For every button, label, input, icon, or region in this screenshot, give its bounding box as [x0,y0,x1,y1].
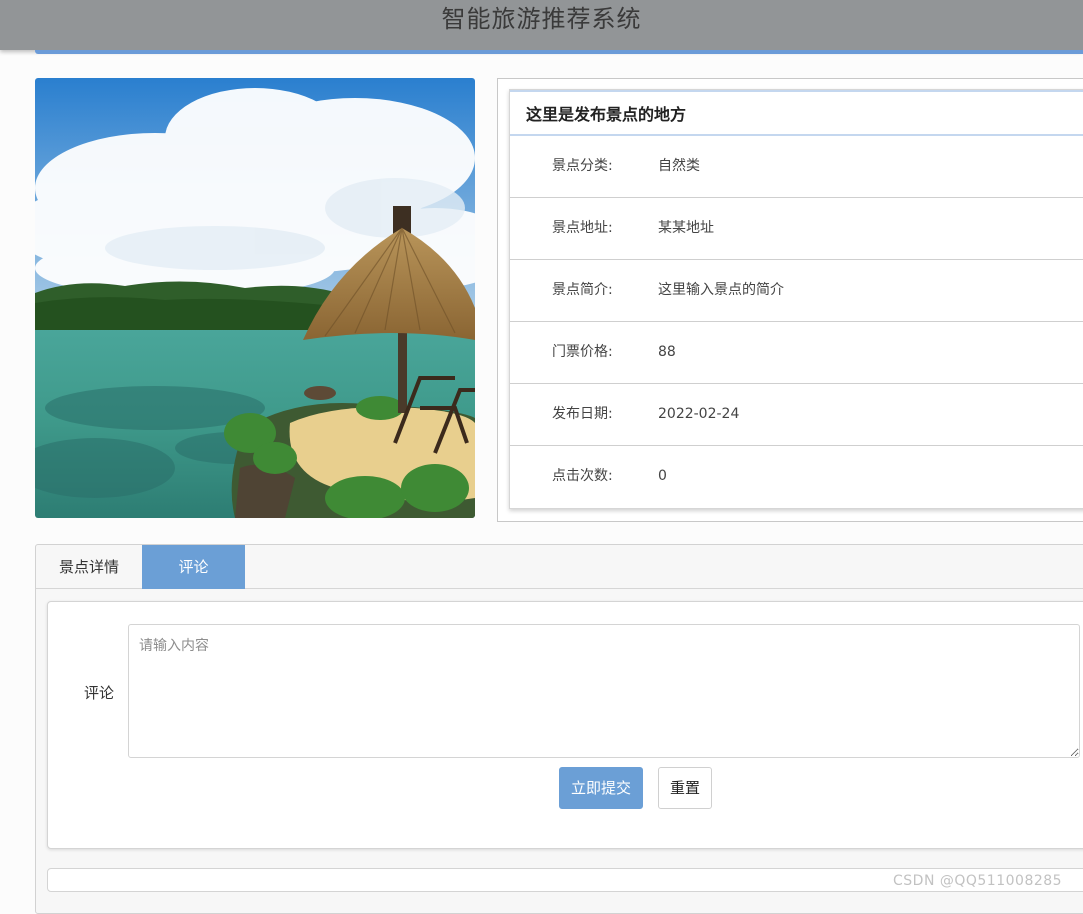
beach-scene-image [35,78,475,518]
info-panel: 这里是发布景点的地方 景点分类: 自然类 景点地址: 某某地址 景点简介: 这里… [497,78,1083,522]
tabs-container: 景点详情 评论 评论 立即提交 重置 [35,544,1083,914]
info-value: 某某地址 [658,220,714,236]
tab-comment[interactable]: 评论 [142,545,245,589]
tab-scene-detail[interactable]: 景点详情 [36,545,142,589]
info-title: 这里是发布景点的地方 [510,90,1083,136]
tab-bar: 景点详情 评论 [36,545,1083,589]
info-row-category: 景点分类: 自然类 [510,136,1083,198]
info-value: 0 [658,468,667,484]
comment-form: 评论 立即提交 重置 [47,601,1083,849]
header-accent-bar [35,50,1083,54]
comment-textarea[interactable] [128,624,1080,758]
info-label: 发布日期: [552,406,613,422]
info-row-intro: 景点简介: 这里输入景点的简介 [510,260,1083,322]
info-label: 门票价格: [552,344,613,360]
comment-label: 评论 [84,684,115,702]
scene-photo [35,78,475,518]
page-title: 智能旅游推荐系统 [441,5,642,33]
info-label: 景点简介: [552,282,613,298]
reset-button[interactable]: 重置 [658,767,712,809]
info-card: 这里是发布景点的地方 景点分类: 自然类 景点地址: 某某地址 景点简介: 这里… [509,89,1083,509]
info-value: 这里输入景点的简介 [658,282,784,298]
info-label: 点击次数: [552,468,613,484]
info-label: 景点分类: [552,158,613,174]
info-row-date: 发布日期: 2022-02-24 [510,384,1083,446]
info-row-clicks: 点击次数: 0 [510,446,1083,508]
submit-button[interactable]: 立即提交 [559,767,643,809]
info-row-address: 景点地址: 某某地址 [510,198,1083,260]
info-label: 景点地址: [552,220,613,236]
watermark: CSDN @QQ511008285 [893,873,1063,889]
app-header: 智能旅游推荐系统 [0,0,1083,50]
info-row-price: 门票价格: 88 [510,322,1083,384]
info-value: 88 [658,344,676,360]
info-value: 自然类 [658,158,700,174]
info-value: 2022-02-24 [658,406,740,422]
